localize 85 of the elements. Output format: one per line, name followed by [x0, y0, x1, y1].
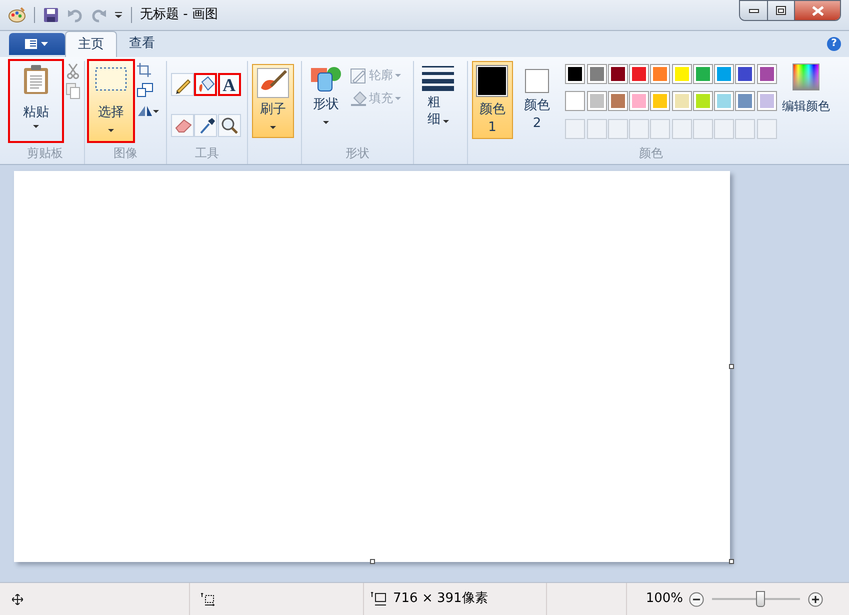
palette-color[interactable]: [672, 64, 692, 84]
palette-color[interactable]: [714, 64, 734, 84]
help-button[interactable]: ?: [827, 37, 841, 51]
caret-icon: [323, 120, 329, 124]
minimize-icon: [748, 8, 758, 12]
shapes-icon: [310, 65, 342, 93]
resize-handle[interactable]: [370, 559, 375, 564]
palette-color[interactable]: [629, 91, 650, 112]
paste-button[interactable]: 粘贴: [10, 61, 62, 141]
size-button[interactable]: 粗细: [418, 61, 458, 135]
caret-icon: [442, 120, 448, 123]
scissors-icon[interactable]: [66, 63, 80, 79]
group-label: 剪贴板: [26, 145, 64, 162]
canvas-size-icon: [371, 592, 387, 606]
line-thickness-icon: [422, 65, 454, 91]
canvas-size-text: 716 × 391像素: [393, 590, 488, 608]
edit-colors-button[interactable]: 编辑颜色: [782, 61, 830, 144]
maximize-icon: [776, 6, 786, 15]
clipboard-icon: [23, 65, 49, 95]
group-label: 形状: [344, 145, 370, 162]
zoom-percentage: 100%: [646, 590, 683, 608]
palette-color[interactable]: [756, 64, 777, 84]
brushes-button[interactable]: 刷子: [252, 64, 294, 138]
group-label: 工具: [194, 145, 220, 162]
outline-pen-icon: [350, 66, 367, 84]
resize-handle[interactable]: [729, 559, 734, 564]
ribbon-tab[interactable]: 主页: [65, 31, 117, 57]
palette-color[interactable]: [608, 91, 628, 112]
caret-icon: [395, 74, 401, 76]
color-picker-tool-button[interactable]: [194, 114, 218, 136]
pencil-tool-button[interactable]: [171, 73, 194, 96]
zoom-slider[interactable]: [712, 591, 800, 607]
zoom-in-icon[interactable]: [808, 592, 823, 606]
group-label: 图像: [112, 145, 138, 162]
paint-palette-icon[interactable]: [8, 6, 26, 24]
file-menu-button[interactable]: [9, 33, 65, 55]
paint-bucket-tool-button[interactable]: [194, 73, 218, 96]
palette-color[interactable]: [565, 64, 586, 84]
shapes-button[interactable]: 形状: [306, 61, 346, 135]
paint-bucket-icon: [196, 76, 215, 94]
zoom-out-icon[interactable]: [689, 592, 704, 606]
caret-icon: [270, 126, 276, 128]
palette-color[interactable]: [714, 91, 734, 112]
color-spectrum-icon: [792, 63, 820, 91]
group-label: 颜色: [638, 145, 664, 162]
caret-icon: [108, 128, 114, 132]
palette-color[interactable]: [650, 91, 670, 112]
palette-color[interactable]: [735, 64, 756, 84]
selection-size-icon: [201, 592, 215, 606]
selection-rectangle-icon: [95, 67, 127, 91]
maximize-button[interactable]: [768, 1, 795, 20]
palette-color[interactable]: [586, 64, 607, 84]
move-cursor-icon: [12, 594, 23, 604]
brush-icon: [257, 68, 289, 98]
resize-handle[interactable]: [729, 364, 734, 369]
ribbon-tab[interactable]: 查看: [117, 31, 167, 57]
caret-icon: [33, 124, 39, 128]
magnifier-icon: [220, 116, 238, 134]
palette-color[interactable]: [629, 64, 650, 84]
text-tool-tool-button[interactable]: A: [218, 73, 241, 96]
close-button[interactable]: [795, 1, 840, 20]
palette-color[interactable]: [692, 91, 713, 112]
palette-color[interactable]: [565, 91, 586, 112]
select-button[interactable]: 选择: [89, 61, 133, 141]
palette-color[interactable]: [672, 91, 692, 112]
palette-color[interactable]: [586, 91, 607, 112]
palette-color[interactable]: [735, 91, 756, 112]
palette-color[interactable]: [650, 64, 670, 84]
customize-dropdown-icon[interactable]: [115, 11, 123, 19]
close-icon: [812, 6, 824, 16]
window-title: 无标题 - 画图: [140, 6, 218, 24]
document-menu-icon: [25, 39, 49, 49]
eraser-tool-button[interactable]: [171, 114, 194, 136]
save-icon[interactable]: [43, 7, 59, 23]
palette-color[interactable]: [692, 64, 713, 84]
caret-icon: [395, 96, 401, 100]
palette-color[interactable]: [756, 91, 777, 112]
magnifier-tool-button[interactable]: [218, 114, 241, 136]
color-slot-button[interactable]: 颜色 1: [472, 61, 513, 139]
color-slot-button[interactable]: 颜色 2: [516, 61, 558, 139]
palette-color[interactable]: [608, 64, 628, 84]
minimize-button[interactable]: [740, 1, 768, 20]
fill-bucket-icon: [350, 90, 367, 106]
copy-icon[interactable]: [66, 83, 80, 99]
slider-thumb[interactable]: [756, 591, 766, 607]
